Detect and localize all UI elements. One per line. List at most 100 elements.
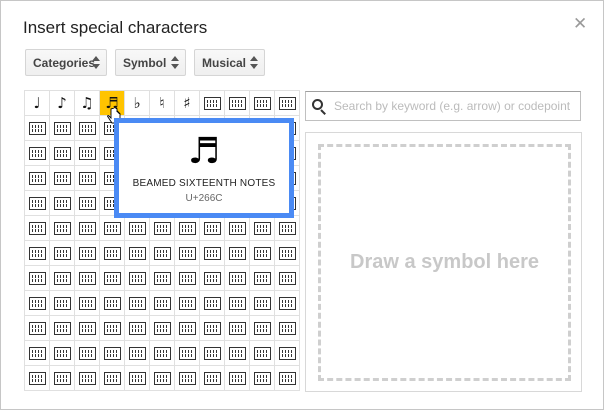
symbol-cell[interactable]	[175, 241, 200, 266]
symbol-cell[interactable]	[75, 291, 100, 316]
symbol-cell[interactable]	[250, 241, 275, 266]
symbol-cell[interactable]: ♩	[25, 91, 50, 116]
symbol-cell[interactable]	[275, 366, 300, 391]
symbol-cell[interactable]	[100, 266, 125, 291]
symbol-cell[interactable]	[200, 316, 225, 341]
symbol-cell[interactable]	[150, 366, 175, 391]
symbol-cell[interactable]	[75, 266, 100, 291]
symbol-cell[interactable]	[275, 91, 300, 116]
symbol-cell[interactable]	[200, 266, 225, 291]
draw-canvas[interactable]: Draw a symbol here	[318, 144, 571, 381]
symbol-cell[interactable]	[75, 191, 100, 216]
symbol-cell[interactable]	[75, 241, 100, 266]
symbol-cell[interactable]	[50, 141, 75, 166]
symbol-cell[interactable]	[175, 366, 200, 391]
symbol-cell[interactable]	[175, 341, 200, 366]
symbol-cell[interactable]	[225, 366, 250, 391]
symbol-cell[interactable]	[275, 291, 300, 316]
symbol-cell[interactable]	[200, 241, 225, 266]
symbol-cell[interactable]	[100, 341, 125, 366]
symbol-cell[interactable]	[100, 366, 125, 391]
symbol-cell[interactable]: ♪	[50, 91, 75, 116]
symbol-cell[interactable]	[225, 91, 250, 116]
symbol-cell[interactable]	[75, 366, 100, 391]
symbol-cell[interactable]	[25, 266, 50, 291]
symbol-cell[interactable]	[250, 366, 275, 391]
symbol-cell[interactable]	[75, 216, 100, 241]
symbol-cell[interactable]	[125, 366, 150, 391]
musical-dropdown[interactable]: Musical	[194, 49, 265, 76]
symbol-cell[interactable]	[75, 341, 100, 366]
symbol-cell[interactable]	[50, 191, 75, 216]
symbol-cell[interactable]	[275, 266, 300, 291]
symbol-cell[interactable]	[275, 241, 300, 266]
symbol-cell[interactable]	[150, 266, 175, 291]
symbol-cell[interactable]	[150, 241, 175, 266]
symbol-cell[interactable]	[25, 291, 50, 316]
symbol-cell[interactable]	[50, 366, 75, 391]
symbol-cell[interactable]	[25, 141, 50, 166]
symbol-cell[interactable]	[50, 241, 75, 266]
symbol-cell[interactable]	[175, 266, 200, 291]
symbol-cell[interactable]	[225, 316, 250, 341]
symbol-dropdown[interactable]: Symbol	[115, 49, 186, 76]
symbol-cell[interactable]	[175, 291, 200, 316]
symbol-cell[interactable]	[50, 116, 75, 141]
symbol-cell[interactable]	[25, 241, 50, 266]
symbol-cell[interactable]	[200, 291, 225, 316]
symbol-cell[interactable]	[150, 291, 175, 316]
symbol-cell[interactable]: ♫	[75, 91, 100, 116]
search-input[interactable]	[332, 98, 576, 114]
symbol-cell[interactable]	[225, 291, 250, 316]
symbol-cell[interactable]	[250, 341, 275, 366]
symbol-cell[interactable]	[150, 316, 175, 341]
symbol-cell[interactable]	[50, 166, 75, 191]
symbol-cell[interactable]	[150, 216, 175, 241]
symbol-cell[interactable]	[100, 291, 125, 316]
symbol-cell[interactable]	[200, 341, 225, 366]
symbol-cell[interactable]	[175, 216, 200, 241]
symbol-cell[interactable]	[250, 91, 275, 116]
symbol-cell[interactable]	[250, 216, 275, 241]
symbol-cell[interactable]	[75, 166, 100, 191]
symbol-cell[interactable]	[125, 291, 150, 316]
symbol-cell[interactable]	[125, 316, 150, 341]
symbol-cell[interactable]	[250, 316, 275, 341]
symbol-cell[interactable]	[50, 216, 75, 241]
categories-dropdown[interactable]: Categories	[25, 49, 107, 76]
symbol-cell[interactable]	[25, 216, 50, 241]
symbol-cell[interactable]	[150, 341, 175, 366]
symbol-cell[interactable]: ♭	[125, 91, 150, 116]
symbol-cell[interactable]	[225, 216, 250, 241]
symbol-cell[interactable]	[50, 291, 75, 316]
symbol-cell[interactable]	[25, 166, 50, 191]
symbol-cell[interactable]	[200, 91, 225, 116]
symbol-cell[interactable]	[50, 266, 75, 291]
symbol-cell[interactable]	[25, 116, 50, 141]
symbol-cell[interactable]	[200, 216, 225, 241]
symbol-cell[interactable]	[100, 316, 125, 341]
symbol-cell[interactable]	[275, 316, 300, 341]
symbol-cell[interactable]	[125, 216, 150, 241]
symbol-cell[interactable]	[100, 216, 125, 241]
symbol-cell[interactable]	[250, 291, 275, 316]
symbol-cell[interactable]	[100, 241, 125, 266]
symbol-cell[interactable]	[225, 266, 250, 291]
symbol-cell[interactable]	[175, 316, 200, 341]
symbol-cell[interactable]: ♯	[175, 91, 200, 116]
symbol-cell[interactable]	[25, 316, 50, 341]
symbol-cell[interactable]	[250, 266, 275, 291]
symbol-cell[interactable]	[50, 316, 75, 341]
symbol-cell[interactable]	[75, 116, 100, 141]
symbol-cell[interactable]	[25, 191, 50, 216]
symbol-cell[interactable]	[75, 141, 100, 166]
symbol-cell[interactable]	[50, 341, 75, 366]
symbol-cell[interactable]: ♮	[150, 91, 175, 116]
search-box[interactable]	[305, 91, 581, 121]
symbol-cell[interactable]	[275, 216, 300, 241]
symbol-cell[interactable]	[125, 341, 150, 366]
symbol-cell[interactable]	[200, 366, 225, 391]
symbol-cell[interactable]	[225, 341, 250, 366]
close-icon[interactable]: ✕	[573, 15, 587, 33]
symbol-cell[interactable]	[225, 241, 250, 266]
